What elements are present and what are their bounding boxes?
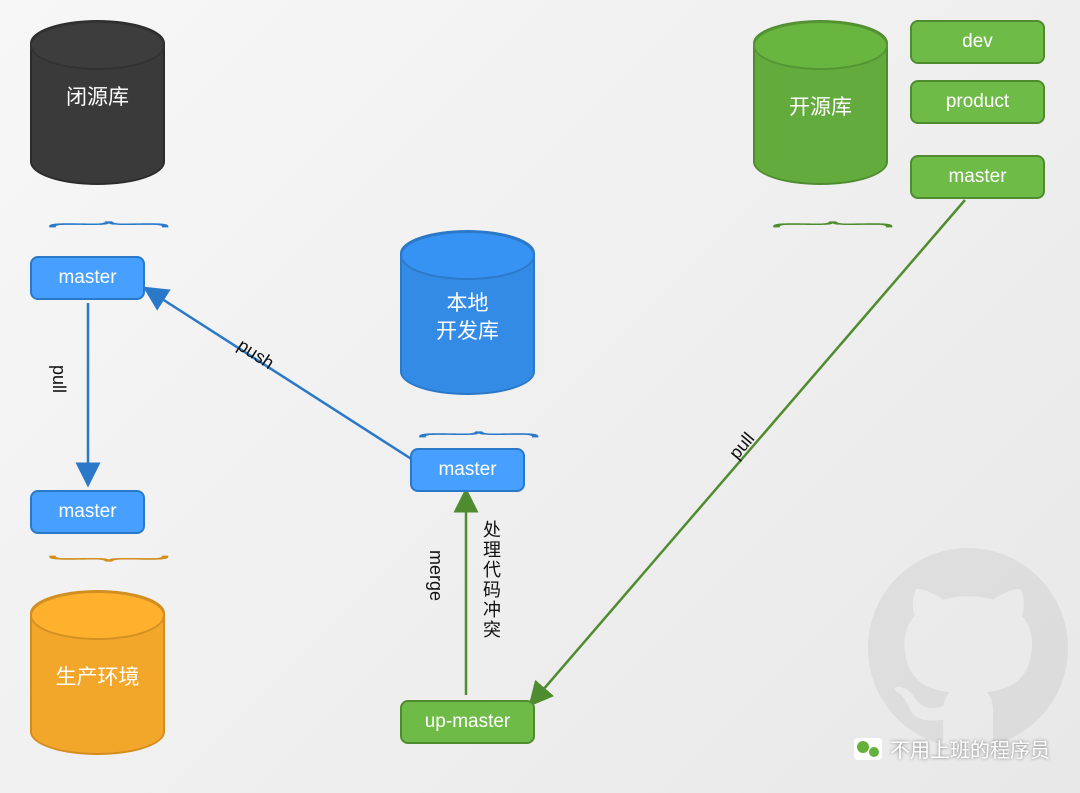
open-source-repo-cylinder: 开源库 (753, 20, 888, 185)
brace-open: ︷ (770, 199, 856, 232)
production-env-cylinder: 生产环境 (30, 590, 165, 755)
local-master-branch: master (410, 448, 525, 492)
local-dev-repo-cylinder: 本地 开发库 (400, 230, 535, 395)
open-master-branch: master (910, 155, 1045, 199)
production-env-label: 生产环境 (32, 664, 163, 692)
prod-master-branch: master (30, 490, 145, 534)
open-product-branch: product (910, 80, 1045, 124)
open-dev-branch: dev (910, 20, 1045, 64)
brace-local: ︷ (416, 409, 502, 442)
closed-source-repo-cylinder: 闭源库 (30, 20, 165, 185)
edge-label-merge: merge (425, 550, 446, 601)
closed-source-repo-label: 闭源库 (32, 84, 163, 112)
local-dev-repo-label: 本地 开发库 (402, 290, 533, 347)
edge-label-pull-closed-prod: pull (48, 365, 69, 393)
caption-text: 不用上班的程序员 (890, 734, 1050, 763)
brace-prod: ︷ (46, 551, 132, 584)
up-master-branch: up-master (400, 700, 535, 744)
closed-master-branch: master (30, 256, 145, 300)
caption: 不用上班的程序员 (854, 734, 1050, 763)
edge-label-merge-note: 处理代码冲突 (478, 520, 504, 640)
github-watermark-icon (868, 548, 1068, 748)
brace-closed: ︷ (46, 199, 132, 232)
open-source-repo-label: 开源库 (755, 94, 886, 122)
wechat-icon (854, 738, 882, 760)
